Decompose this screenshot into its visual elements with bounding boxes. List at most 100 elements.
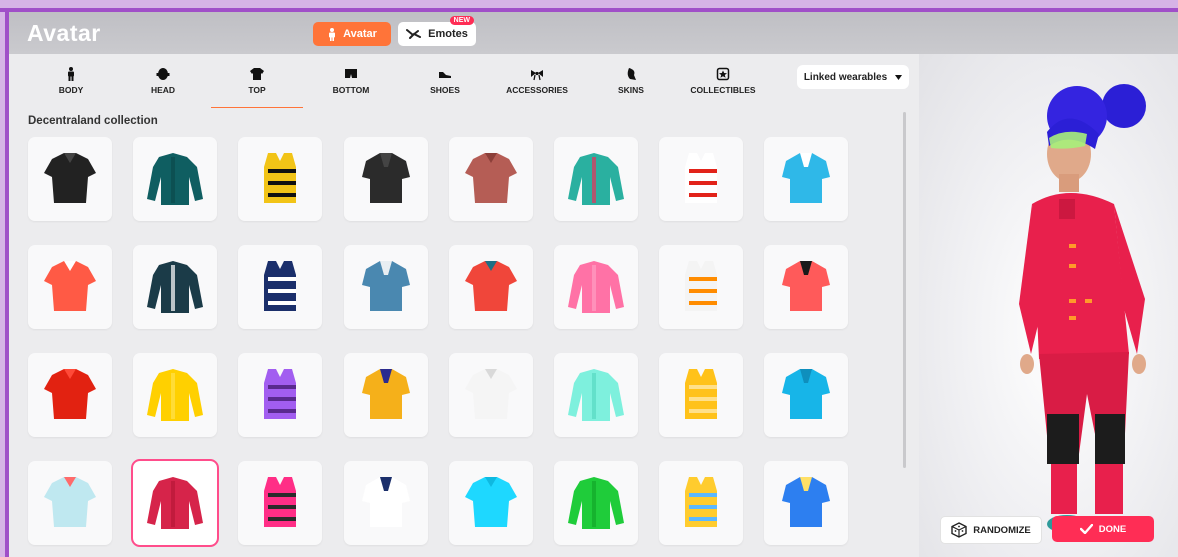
- category-label: TOP: [248, 85, 266, 95]
- wearable-thumbnail: [362, 261, 410, 311]
- wearable-thumbnail: [147, 261, 203, 313]
- header-bar: Avatar Avatar Emotes NEW: [9, 12, 1178, 54]
- wearable-item-green-tee[interactable]: [554, 461, 638, 545]
- randomize-label: RANDOMIZE: [973, 524, 1031, 536]
- wearable-item-pink-blazer[interactable]: [131, 459, 219, 547]
- category-tab-body[interactable]: BODY: [25, 64, 117, 110]
- wearable-item-mustard-jacket[interactable]: [344, 353, 428, 437]
- wearable-item-yellow-tee[interactable]: [133, 353, 217, 437]
- wearable-item-colorblock-shirt[interactable]: [764, 461, 848, 545]
- wearable-thumbnail: [685, 261, 717, 311]
- category-label: SKINS: [618, 85, 644, 95]
- wearable-item-rainbow-tank[interactable]: [659, 245, 743, 329]
- wearable-thumbnail: [362, 369, 410, 419]
- wearable-item-mint-shirt[interactable]: [554, 353, 638, 437]
- wearable-thumbnail: [362, 477, 410, 527]
- wearable-item-coral-overalls[interactable]: [28, 245, 112, 329]
- wearable-item-red-striped-jacket[interactable]: [659, 137, 743, 221]
- category-label: COLLECTIBLES: [690, 85, 756, 95]
- wearable-thumbnail: [685, 369, 717, 419]
- category-tab-shoes[interactable]: SHOES: [399, 64, 491, 110]
- shirt-icon: [250, 68, 264, 80]
- wearable-thumbnail: [568, 153, 624, 205]
- category-tab-top[interactable]: TOP: [211, 64, 303, 110]
- wearable-item-rainbow-sweater[interactable]: [554, 137, 638, 221]
- category-tab-collectibles[interactable]: COLLECTIBLES: [677, 64, 769, 110]
- wearable-item-pink-tee[interactable]: [554, 245, 638, 329]
- wearable-thumbnail: [44, 477, 96, 527]
- grid-scrollbar[interactable]: [903, 112, 906, 468]
- wearable-thumbnail: [44, 153, 96, 203]
- wearable-item-white-shirt[interactable]: [449, 353, 533, 437]
- new-badge: NEW: [449, 16, 474, 25]
- wearable-item-coral-jacket[interactable]: [764, 245, 848, 329]
- category-label: ACCESSORIES: [506, 85, 568, 95]
- wearable-thumbnail: [44, 369, 96, 419]
- collectible-icon: [716, 67, 730, 81]
- wearable-item-cyan-polo[interactable]: [764, 353, 848, 437]
- wearable-item-blue-blazer[interactable]: [344, 245, 428, 329]
- category-tab-skins[interactable]: SKINS: [585, 64, 677, 110]
- category-tab-bottom[interactable]: BOTTOM: [305, 64, 397, 110]
- wearable-item-striped-shirt[interactable]: [28, 461, 112, 545]
- wearable-item-purple-tee[interactable]: [238, 353, 322, 437]
- wearable-thumbnail: [685, 477, 717, 527]
- head-icon: [156, 68, 170, 80]
- pants-icon: [345, 69, 357, 78]
- wearable-item-sailor-uniform[interactable]: [344, 461, 428, 545]
- tab-avatar[interactable]: Avatar: [313, 22, 391, 46]
- wearable-item-black-polo[interactable]: [28, 137, 112, 221]
- wearables-grid: [28, 137, 868, 557]
- wearable-thumbnail: [465, 261, 517, 311]
- done-label: DONE: [1098, 523, 1127, 535]
- category-label: SHOES: [430, 85, 460, 95]
- category-label: BOTTOM: [332, 85, 370, 95]
- wearable-thumbnail: [465, 369, 517, 419]
- wearable-item-red-tee[interactable]: [28, 353, 112, 437]
- wearable-item-pink-vest[interactable]: [238, 461, 322, 545]
- category-tab-accessories[interactable]: ACCESSORIES: [491, 64, 583, 110]
- wearable-thumbnail: [465, 477, 517, 527]
- wearable-thumbnail: [568, 369, 624, 421]
- emote-icon: [406, 29, 422, 39]
- wearable-thumbnail: [147, 369, 203, 421]
- category-tab-head[interactable]: HEAD: [117, 64, 209, 110]
- tab-emotes-label: Emotes: [428, 28, 468, 40]
- wearable-thumbnail: [44, 261, 96, 311]
- wearable-thumbnail: [568, 261, 624, 313]
- skin-icon: [627, 68, 636, 80]
- wearable-thumbnail: [568, 477, 624, 529]
- linked-wearables-dropdown[interactable]: Linked wearables: [797, 65, 909, 89]
- shoe-icon: [439, 72, 451, 78]
- check-icon: [1079, 524, 1093, 534]
- page-title: Avatar: [27, 20, 101, 46]
- wearable-item-yellow-striped-tee[interactable]: [238, 137, 322, 221]
- wearable-item-teal-hoodie[interactable]: [133, 137, 217, 221]
- wearable-item-rust-tank[interactable]: [449, 137, 533, 221]
- wearable-thumbnail: [147, 153, 203, 205]
- wearable-item-cyan-tee[interactable]: [449, 461, 533, 545]
- linked-wearables-label: Linked wearables: [803, 71, 888, 83]
- wearable-item-blue-overalls[interactable]: [764, 137, 848, 221]
- wearable-item-yellow-shirt[interactable]: [659, 353, 743, 437]
- wearable-thumbnail: [264, 477, 296, 527]
- wearable-item-black-vest[interactable]: [344, 137, 428, 221]
- wearable-thumbnail: [685, 153, 717, 203]
- avatar-preview[interactable]: [919, 54, 1178, 557]
- bow-icon: [531, 70, 543, 81]
- wearable-thumbnail: [782, 369, 830, 419]
- wearable-thumbnail: [264, 261, 296, 311]
- avatar-figure: [1019, 84, 1146, 535]
- wearable-item-striped-tank[interactable]: [133, 245, 217, 329]
- category-label: HEAD: [150, 85, 176, 95]
- tab-emotes[interactable]: Emotes NEW: [398, 16, 476, 46]
- wearable-thumbnail: [782, 477, 830, 527]
- done-button[interactable]: DONE: [1052, 516, 1154, 542]
- wearable-item-red-bikini-top[interactable]: [449, 245, 533, 329]
- body-icon: [68, 67, 74, 81]
- randomize-button[interactable]: RANDOMIZE: [940, 516, 1042, 544]
- wearable-item-navy-sailor-shirt[interactable]: [238, 245, 322, 329]
- collection-title: Decentraland collection: [28, 115, 158, 127]
- dice-icon: [951, 522, 967, 538]
- wearable-item-colorblock-tee[interactable]: [659, 461, 743, 545]
